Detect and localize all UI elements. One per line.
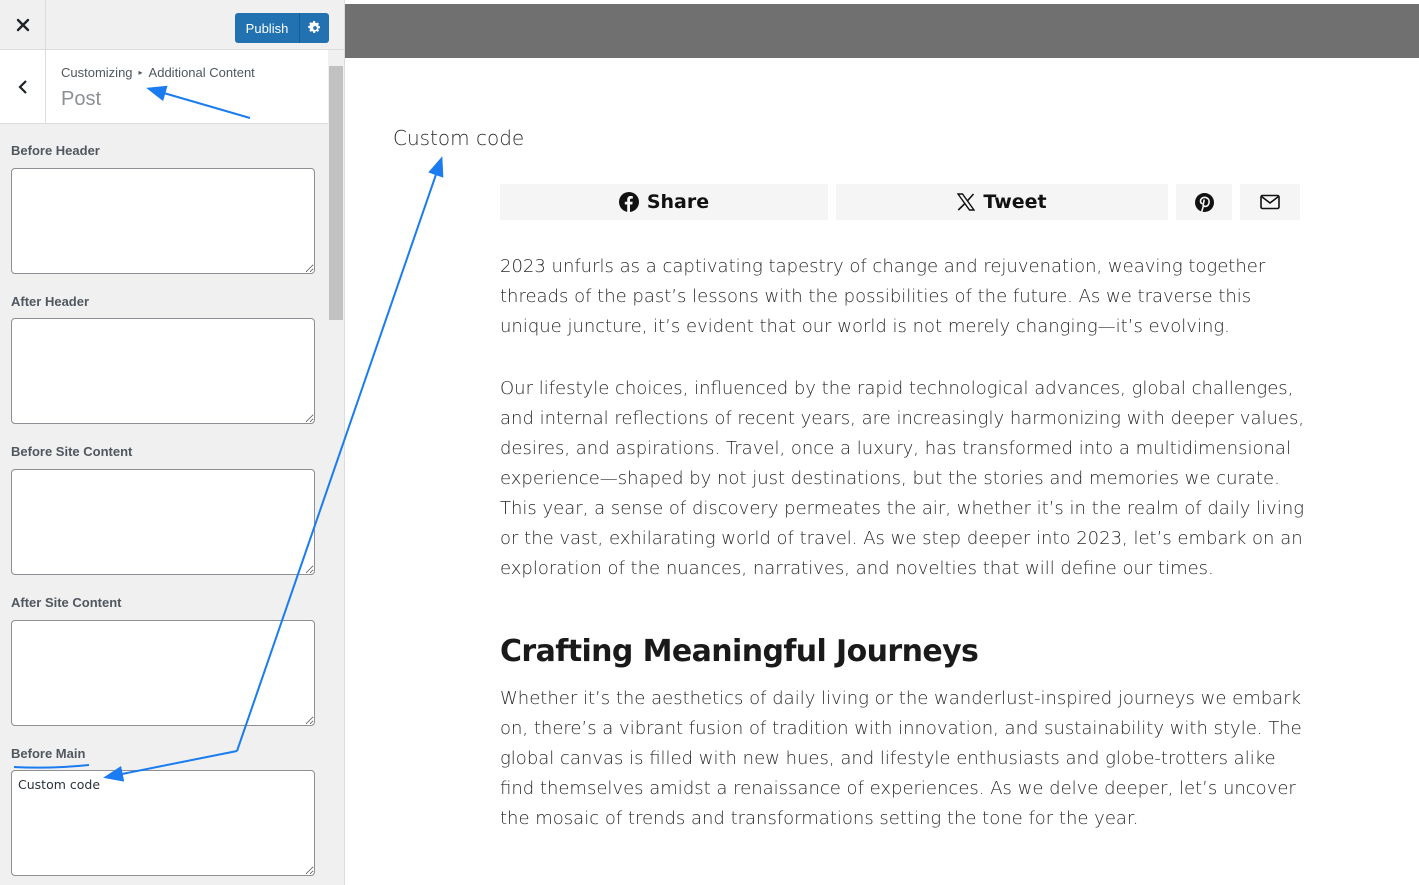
back-button[interactable] (0, 50, 46, 124)
publish-settings-button[interactable] (299, 13, 329, 43)
breadcrumb-separator-icon: ▸ (138, 68, 143, 77)
pinterest-share-button[interactable] (1176, 184, 1232, 220)
after-site-content-textarea[interactable] (11, 620, 315, 726)
custom-code-output: Custom code (393, 126, 525, 150)
before-main-textarea[interactable]: Custom code (11, 770, 315, 876)
twitter-share-button[interactable]: Tweet (836, 184, 1168, 220)
publish-button[interactable]: Publish (235, 13, 299, 43)
customizer-header: Publish (0, 0, 344, 50)
publish-group: Publish (235, 13, 329, 43)
paragraph: Our lifestyle choices, influenced by the… (500, 378, 1305, 579)
before-header-textarea[interactable] (11, 168, 315, 274)
after-header-label: After Header (11, 294, 90, 309)
email-share-button[interactable] (1240, 184, 1300, 220)
facebook-share-label: Share (646, 191, 710, 213)
customizer-sidebar: Publish Customizing ▸ Additional Content… (0, 0, 345, 885)
close-icon (16, 18, 29, 32)
mail-icon (1260, 194, 1280, 210)
section-title: Post (61, 88, 102, 110)
chevron-left-icon (17, 80, 27, 94)
breadcrumb: Customizing ▸ Additional Content (61, 65, 255, 80)
before-site-content-label: Before Site Content (11, 444, 133, 459)
sidebar-scrollbar-thumb[interactable] (329, 66, 343, 320)
paragraph: Whether it’s the aesthetics of daily liv… (500, 688, 1302, 829)
after-site-content-label: After Site Content (11, 595, 122, 610)
pinterest-icon (1194, 192, 1214, 212)
preview-site-header (345, 4, 1419, 58)
before-site-content-textarea[interactable] (11, 469, 315, 575)
before-main-label: Before Main (11, 746, 86, 761)
post-content: 2023 unfurls as a captivating tapestry o… (500, 252, 1310, 834)
paragraph: 2023 unfurls as a captivating tapestry o… (500, 256, 1266, 337)
gear-icon (307, 21, 320, 33)
breadcrumb-root: Customizing (61, 65, 133, 80)
facebook-share-button[interactable]: Share (500, 184, 828, 220)
x-logo-icon (957, 193, 976, 211)
close-button[interactable] (0, 0, 46, 50)
facebook-icon (618, 192, 639, 212)
twitter-share-label: Tweet (983, 191, 1047, 213)
breadcrumb-current: Additional Content (148, 65, 255, 80)
after-header-textarea[interactable] (11, 318, 315, 424)
section-header: Customizing ▸ Additional Content Post (0, 50, 328, 124)
before-header-label: Before Header (11, 143, 100, 158)
section-heading: Crafting Meaningful Journeys (500, 634, 979, 669)
